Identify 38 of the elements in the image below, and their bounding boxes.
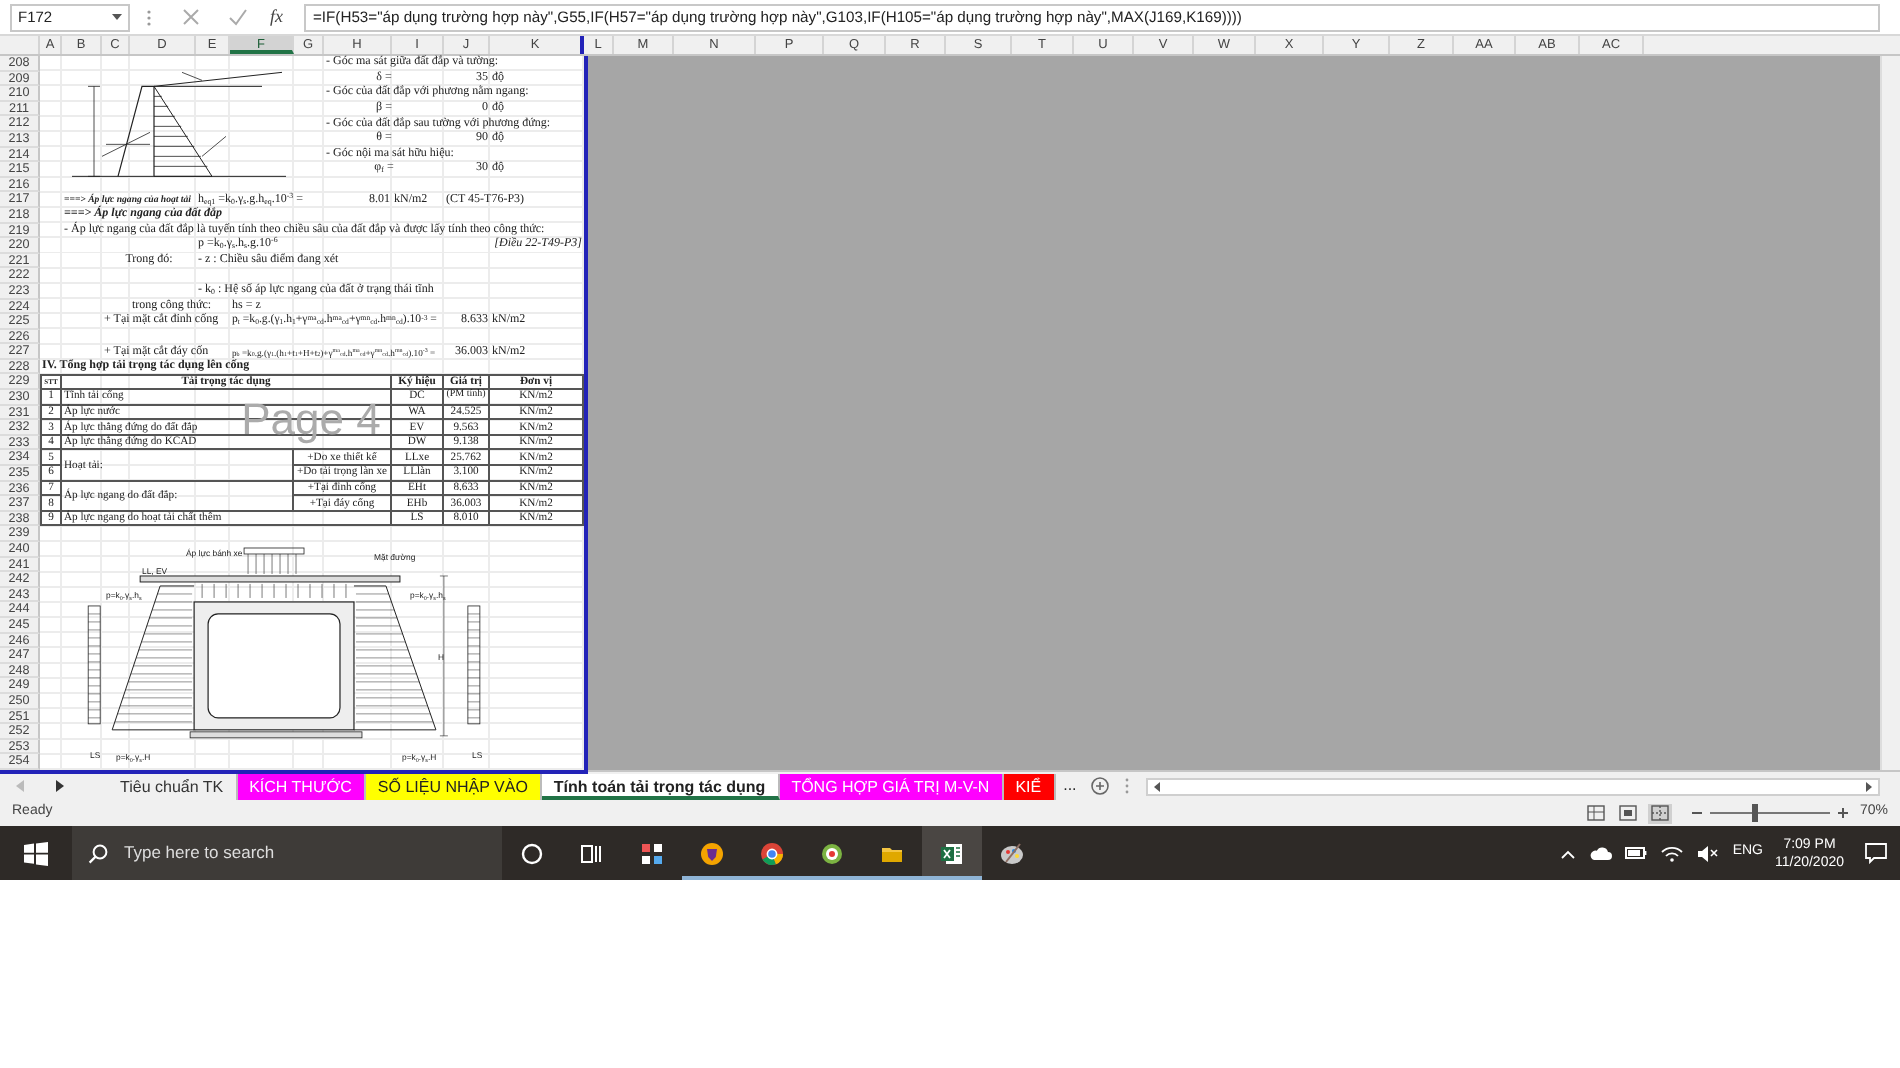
cloud-icon[interactable]	[1588, 844, 1613, 862]
page-break-view-icon[interactable]	[1649, 804, 1670, 822]
task-view-icon	[580, 841, 604, 865]
grid-app-icon	[640, 841, 664, 865]
checkmark-icon[interactable]	[228, 8, 248, 26]
slider-thumb[interactable]	[1752, 804, 1759, 822]
search-field[interactable]: Type here to search	[72, 826, 502, 880]
scroll-right-icon[interactable]	[54, 778, 66, 794]
caret-icon	[112, 13, 122, 21]
shield-app-icon	[700, 841, 724, 865]
circle-icon	[520, 841, 544, 865]
windows-logo-icon	[24, 841, 48, 865]
scroll-right-icon[interactable]	[1864, 779, 1874, 793]
palette-icon	[1000, 841, 1024, 865]
taskbar-button[interactable]	[922, 826, 982, 880]
browser-icon	[760, 841, 784, 865]
wifi-icon[interactable]	[1660, 844, 1685, 862]
zoom-in-icon[interactable]	[1837, 808, 1848, 818]
normal-view-icon[interactable]	[1585, 804, 1606, 822]
scroll-left-icon[interactable]	[1152, 779, 1163, 793]
grip-icon[interactable]	[1124, 776, 1131, 796]
chevron-up-icon[interactable]	[1560, 847, 1577, 859]
horizontal-scrollbar[interactable]	[1146, 777, 1880, 795]
battery-icon[interactable]	[1624, 844, 1649, 862]
more-tabs-label[interactable]: ...	[1063, 774, 1077, 798]
search-icon	[88, 843, 108, 863]
notification-icon[interactable]	[1864, 842, 1888, 864]
target-app-icon	[820, 841, 844, 865]
add-sheet-icon[interactable]	[1090, 776, 1111, 796]
spreadsheet-icon	[940, 841, 964, 865]
insert-function-button[interactable]: fx	[262, 3, 291, 31]
sheet-tab[interactable]: SỐ LIỆU NHẬP VÀO	[365, 773, 542, 799]
page-layout-icon[interactable]	[1617, 804, 1638, 822]
sheet-tab[interactable]: KIỂ	[1003, 773, 1056, 799]
grip-icon	[146, 7, 152, 27]
speaker-muted-icon[interactable]	[1696, 843, 1721, 863]
sheet-tab[interactable]: Tính toán tải trọng tác dụng	[541, 773, 780, 799]
zoom-out-icon[interactable]	[1691, 808, 1702, 818]
